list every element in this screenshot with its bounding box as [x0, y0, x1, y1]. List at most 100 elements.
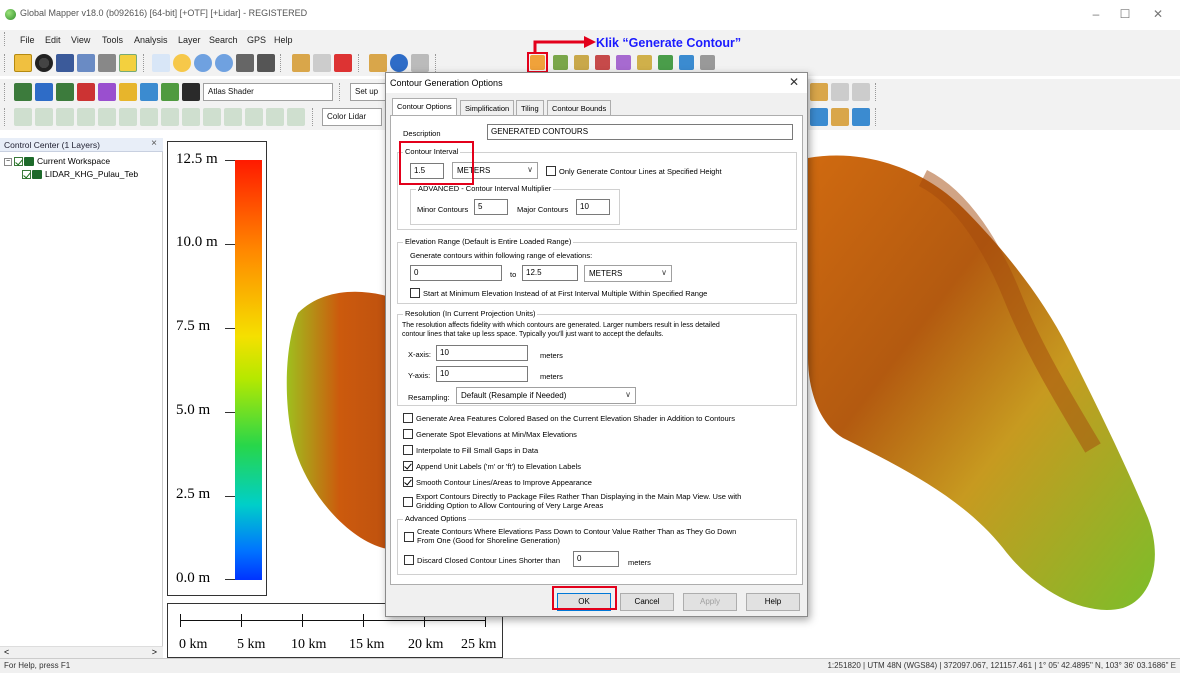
open-data-icon[interactable]: [35, 54, 53, 72]
digitizer-icon-2[interactable]: [35, 108, 53, 126]
info-icon[interactable]: [390, 54, 408, 72]
minor-contours-input[interactable]: 5: [474, 199, 508, 215]
delete-icon[interactable]: [334, 54, 352, 72]
zoom-out-icon[interactable]: [215, 54, 233, 72]
zoom-in-icon[interactable]: [194, 54, 212, 72]
contour-tool-icon-8[interactable]: [679, 55, 694, 70]
digitizer-icon-9[interactable]: [182, 108, 200, 126]
contour-tool-icon-6[interactable]: [637, 55, 652, 70]
discard-closed-checkbox[interactable]: [404, 555, 414, 565]
full-view-icon[interactable]: [257, 54, 275, 72]
x-axis-input[interactable]: 10: [436, 345, 528, 361]
elevation-from-input[interactable]: 0: [410, 265, 502, 281]
digitizer-icon-14[interactable]: [287, 108, 305, 126]
digitizer-icon-3[interactable]: [56, 108, 74, 126]
elevation-to-input[interactable]: 12.5: [522, 265, 578, 281]
spot-elevations-checkbox[interactable]: [403, 429, 413, 439]
digitizer-icon-6[interactable]: [119, 108, 137, 126]
dialog-close-button[interactable]: ✕: [789, 75, 799, 89]
scroll-right-arrow[interactable]: >: [152, 647, 157, 657]
grid-icon[interactable]: [14, 83, 32, 101]
tab-tiling[interactable]: Tiling: [516, 100, 544, 115]
watershed-icon[interactable]: [77, 83, 95, 101]
help-button[interactable]: Help: [746, 593, 800, 611]
lidar-filter-icon[interactable]: [140, 83, 158, 101]
digitizer-icon-1[interactable]: [14, 108, 32, 126]
lidar-color-select[interactable]: Color Lidar: [322, 108, 382, 126]
contour-tool-icon-7[interactable]: [658, 55, 673, 70]
menu-tools[interactable]: Tools: [102, 35, 123, 45]
digitizer-icon-11[interactable]: [224, 108, 242, 126]
contour-tool-icon-3[interactable]: [574, 55, 589, 70]
search-feature-icon[interactable]: [411, 54, 429, 72]
resampling-select[interactable]: Default (Resample if Needed) ∨: [456, 387, 636, 404]
tab-simplification[interactable]: Simplification: [460, 100, 515, 115]
close-window-button[interactable]: ✕: [1148, 7, 1168, 21]
pan-tool-icon[interactable]: [173, 54, 191, 72]
measure-icon[interactable]: [369, 54, 387, 72]
collapse-icon[interactable]: −: [4, 157, 12, 166]
new-workspace-icon[interactable]: [14, 54, 32, 72]
cancel-button[interactable]: Cancel: [620, 593, 674, 611]
digitizer-icon-4[interactable]: [77, 108, 95, 126]
start-at-min-checkbox[interactable]: [410, 288, 420, 298]
menu-gps[interactable]: GPS: [247, 35, 266, 45]
only-specified-checkbox[interactable]: [546, 166, 556, 176]
generate-contour-icon[interactable]: [530, 55, 545, 70]
control-center-scrollbar[interactable]: < >: [0, 646, 163, 658]
contour-tool-icon-5[interactable]: [616, 55, 631, 70]
feature-icon-1[interactable]: [810, 83, 828, 101]
y-axis-input[interactable]: 10: [436, 366, 528, 382]
export-package-checkbox[interactable]: [403, 497, 413, 507]
feature-icon-3[interactable]: [852, 83, 870, 101]
lidar-tool-icon-3[interactable]: [852, 108, 870, 126]
tab-contour-options[interactable]: Contour Options: [392, 98, 457, 115]
lidar-tool-icon-1[interactable]: [810, 108, 828, 126]
workspace-checkbox[interactable]: [14, 157, 23, 167]
feature-icon-2[interactable]: [831, 83, 849, 101]
control-center-close[interactable]: ×: [151, 138, 157, 149]
area-features-checkbox[interactable]: [403, 413, 413, 423]
menu-edit[interactable]: Edit: [45, 35, 61, 45]
major-contours-input[interactable]: 10: [576, 199, 610, 215]
description-field[interactable]: GENERATED CONTOURS: [487, 124, 793, 140]
save-icon[interactable]: [56, 54, 74, 72]
path-profile-icon[interactable]: [35, 83, 53, 101]
interpolate-checkbox[interactable]: [403, 445, 413, 455]
contour-tool-icon-2[interactable]: [553, 55, 568, 70]
config-icon[interactable]: [98, 54, 116, 72]
append-units-checkbox[interactable]: [403, 461, 413, 471]
digitizer-icon-5[interactable]: [98, 108, 116, 126]
digitizer-icon-12[interactable]: [245, 108, 263, 126]
select-tool-icon[interactable]: [152, 54, 170, 72]
control-center-icon[interactable]: [119, 54, 137, 72]
menu-search[interactable]: Search: [209, 35, 238, 45]
shader-mountain-icon[interactable]: [182, 83, 200, 101]
digitizer-icon-8[interactable]: [161, 108, 179, 126]
lidar-tool-icon-2[interactable]: [831, 108, 849, 126]
maximize-button[interactable]: ☐: [1115, 7, 1135, 21]
elevation-unit-select[interactable]: METERS ∨: [584, 265, 672, 282]
lidar-class-icon[interactable]: [161, 83, 179, 101]
setup-select[interactable]: Set up: [350, 83, 390, 101]
digitizer-icon-13[interactable]: [266, 108, 284, 126]
smooth-contours-checkbox[interactable]: [403, 477, 413, 487]
edit-tool-icon[interactable]: [292, 54, 310, 72]
apply-button[interactable]: Apply: [683, 593, 737, 611]
discard-length-input[interactable]: 0: [573, 551, 619, 567]
tree-workspace[interactable]: − Current Workspace: [4, 156, 110, 167]
lidar-icon[interactable]: [119, 83, 137, 101]
tab-contour-bounds[interactable]: Contour Bounds: [547, 100, 612, 115]
menu-analysis[interactable]: Analysis: [134, 35, 168, 45]
layer-checkbox[interactable]: [22, 170, 31, 180]
tree-layer[interactable]: LIDAR_KHG_Pulau_Teb: [22, 169, 138, 180]
scroll-left-arrow[interactable]: <: [4, 647, 9, 657]
digitize-icon[interactable]: [313, 54, 331, 72]
menu-view[interactable]: View: [71, 35, 90, 45]
digitizer-icon-7[interactable]: [140, 108, 158, 126]
menu-file[interactable]: File: [20, 35, 35, 45]
create-contours-checkbox[interactable]: [404, 532, 414, 542]
digitizer-icon-10[interactable]: [203, 108, 221, 126]
menu-layer[interactable]: Layer: [178, 35, 201, 45]
contour-tool-icon-4[interactable]: [595, 55, 610, 70]
